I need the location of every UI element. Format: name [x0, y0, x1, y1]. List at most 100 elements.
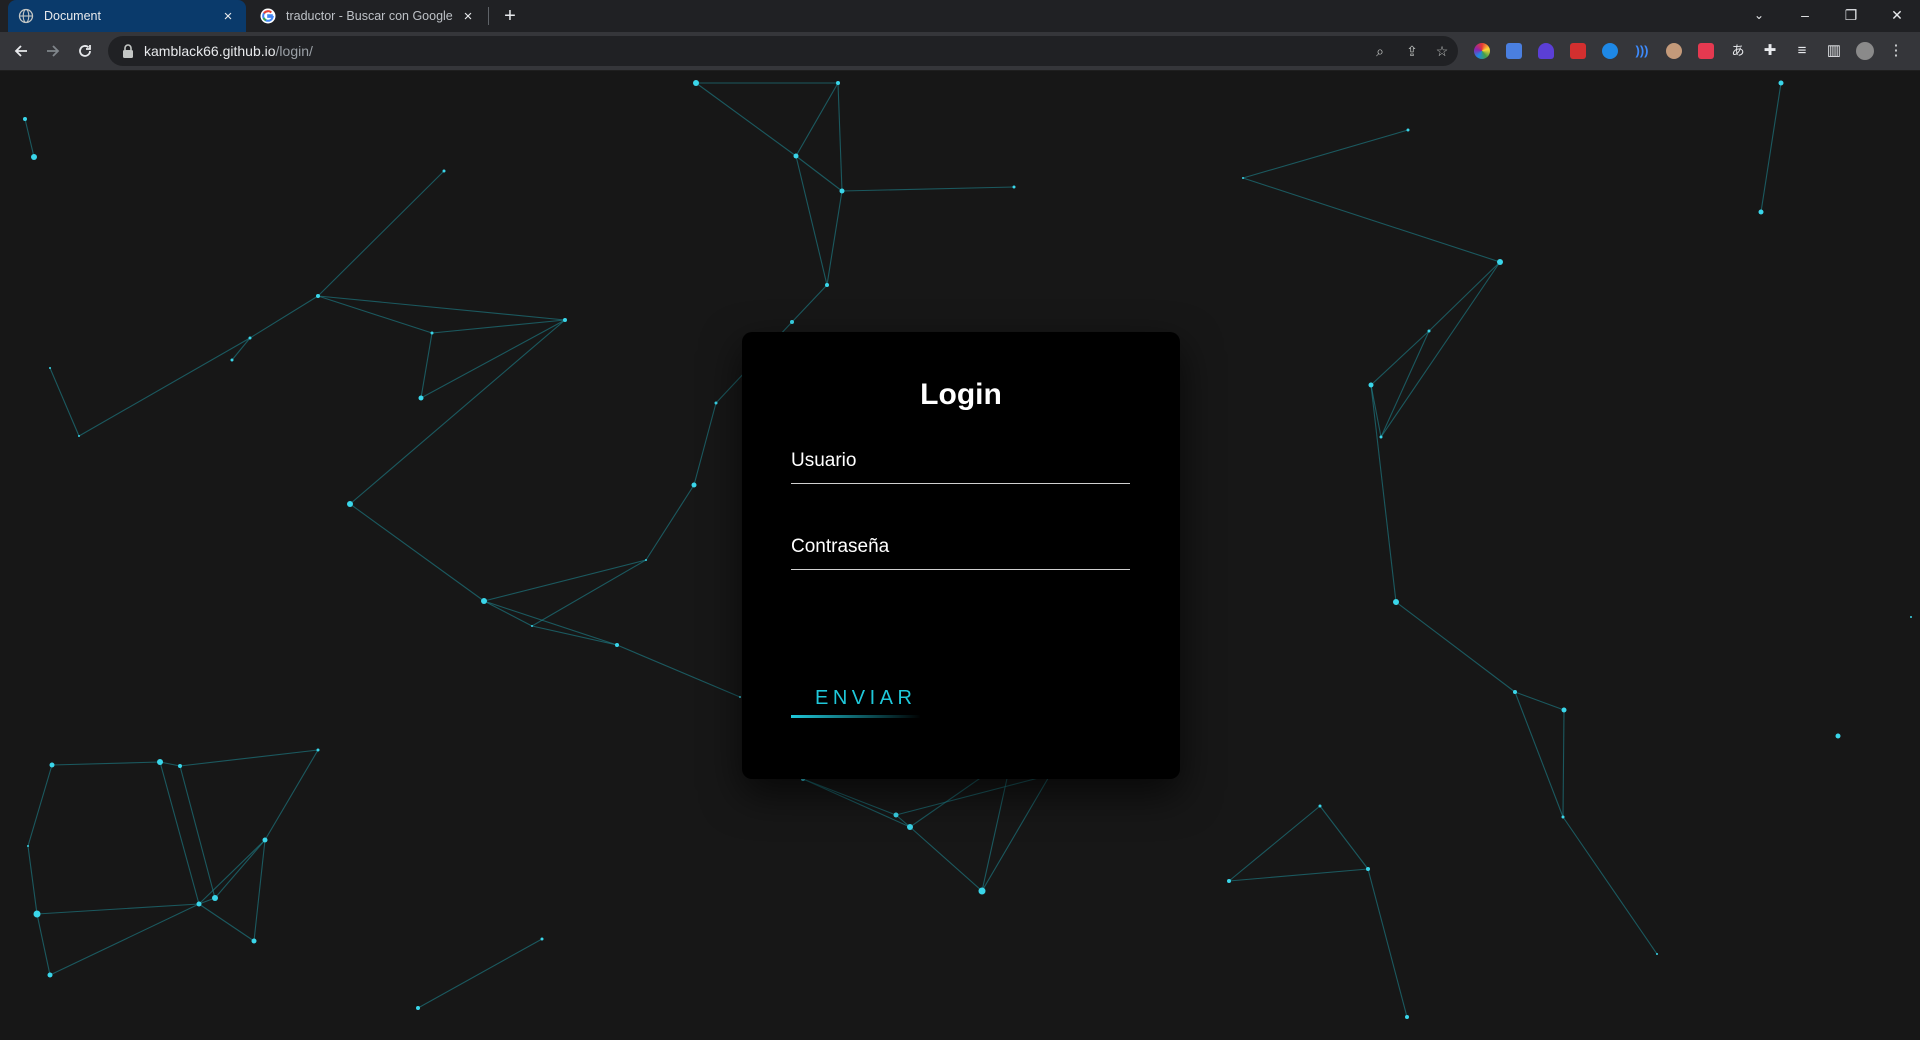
particle-link — [841, 186, 1015, 192]
particle-dot — [1835, 733, 1841, 739]
particle-link — [179, 765, 216, 899]
zoom-icon[interactable]: ⌕ — [1372, 43, 1388, 59]
particle-link — [895, 774, 1051, 816]
particle-link — [349, 319, 566, 505]
reload-icon — [79, 45, 91, 57]
text-extension-icon[interactable]: あ — [1728, 41, 1748, 61]
back-button[interactable] — [7, 37, 35, 65]
particle-dot — [645, 559, 647, 561]
tab-close-icon[interactable]: × — [220, 8, 236, 25]
particle-link — [27, 845, 38, 915]
new-tab-button[interactable]: + — [498, 4, 522, 28]
save-extension-icon[interactable] — [1570, 43, 1586, 59]
minimize-button[interactable]: – — [1782, 0, 1828, 32]
tab-document[interactable]: Document × — [8, 0, 246, 32]
bookmark-star-icon[interactable]: ☆ — [1434, 43, 1450, 59]
particle-dot — [739, 696, 741, 698]
particle-link — [1562, 816, 1658, 955]
profile-avatar[interactable] — [1856, 42, 1874, 60]
particle-link — [159, 761, 200, 905]
particle-dot — [33, 910, 41, 918]
particle-dot — [531, 625, 533, 627]
close-window-button[interactable]: ✕ — [1874, 0, 1920, 32]
particle-link — [179, 749, 319, 767]
particle-dot — [1427, 329, 1431, 333]
particle-dot — [1497, 259, 1503, 265]
particle-link — [981, 774, 1051, 892]
submit-button[interactable]: ENVIAR — [791, 685, 931, 718]
particle-dot — [907, 824, 913, 830]
username-input[interactable] — [791, 439, 1130, 483]
particle-link — [695, 82, 797, 157]
avatar-extension-icon[interactable] — [1666, 43, 1682, 59]
grid-extension-icon[interactable] — [1698, 43, 1714, 59]
media-queue-icon[interactable]: ≡ — [1792, 41, 1812, 61]
particle-link — [1380, 330, 1430, 438]
particle-dot — [316, 294, 320, 298]
particle-link — [1380, 261, 1501, 438]
tab-google-search[interactable]: traductor - Buscar con Google × — [250, 0, 486, 32]
translate-extension-icon[interactable] — [1506, 43, 1522, 59]
particle-dot — [23, 117, 27, 121]
particle-dot — [540, 937, 544, 941]
particle-link — [417, 938, 543, 1009]
particle-link — [1562, 709, 1565, 818]
restore-button[interactable]: ❐ — [1828, 0, 1874, 32]
particle-link — [693, 402, 717, 486]
particle-dot — [978, 887, 986, 895]
particle-dot — [1227, 879, 1231, 883]
particle-link — [1395, 601, 1516, 693]
wifi-extension-icon[interactable]: ))) — [1634, 43, 1650, 59]
shield-extension-icon[interactable] — [1538, 43, 1554, 59]
username-field — [791, 439, 1130, 484]
particle-link — [483, 559, 647, 602]
tab-close-icon[interactable]: × — [460, 8, 476, 25]
particle-dot — [693, 80, 699, 86]
shazam-extension-icon[interactable] — [1602, 43, 1618, 59]
particle-link — [802, 778, 897, 816]
arrow-right-icon — [47, 45, 60, 57]
particle-dot — [1366, 867, 1370, 871]
url-text: kamblack66.github.io/login/ — [144, 43, 313, 59]
side-panel-icon[interactable]: ▥ — [1824, 41, 1844, 61]
forward-button[interactable] — [39, 37, 67, 65]
particle-dot — [615, 643, 619, 647]
particle-dot — [1405, 1015, 1409, 1019]
particle-link — [483, 600, 618, 646]
url-path: /login/ — [275, 43, 313, 59]
arrow-left-icon — [14, 45, 27, 57]
tab-search-icon[interactable]: ⌄ — [1736, 0, 1782, 32]
particle-link — [645, 484, 695, 561]
particle-link — [1367, 868, 1408, 1018]
particle-link — [27, 764, 53, 847]
url-host: kamblack66.github.io — [144, 43, 276, 59]
particle-link — [1242, 177, 1501, 263]
particle-dot — [316, 748, 320, 752]
particle-link — [795, 155, 828, 286]
particle-dot — [27, 845, 29, 847]
particle-dot — [178, 764, 182, 768]
particle-link — [317, 170, 445, 297]
color-picker-extension-icon[interactable] — [1474, 43, 1490, 59]
particle-dot — [78, 435, 80, 437]
particle-dot — [793, 153, 799, 159]
particle-link — [198, 903, 255, 942]
particle-link — [1514, 691, 1564, 818]
particle-link — [802, 778, 911, 828]
particle-dot — [230, 358, 234, 362]
particle-dot — [714, 401, 718, 405]
submit-label: ENVIAR — [815, 687, 917, 709]
puzzle-icon[interactable]: ✚ — [1760, 41, 1780, 61]
address-bar[interactable]: kamblack66.github.io/login/ ⌕ ⇪ ☆ — [108, 36, 1458, 66]
particle-dot — [790, 320, 794, 324]
reload-button[interactable] — [71, 37, 99, 65]
particle-link — [264, 749, 319, 841]
particle-link — [826, 190, 843, 286]
password-input[interactable] — [791, 525, 1130, 569]
password-field — [791, 525, 1130, 570]
particle-dot — [248, 336, 252, 340]
particle-dot — [563, 318, 567, 322]
particle-dot — [1368, 382, 1374, 388]
menu-kebab-icon[interactable]: ⋮ — [1886, 41, 1906, 61]
share-icon[interactable]: ⇪ — [1404, 43, 1420, 59]
